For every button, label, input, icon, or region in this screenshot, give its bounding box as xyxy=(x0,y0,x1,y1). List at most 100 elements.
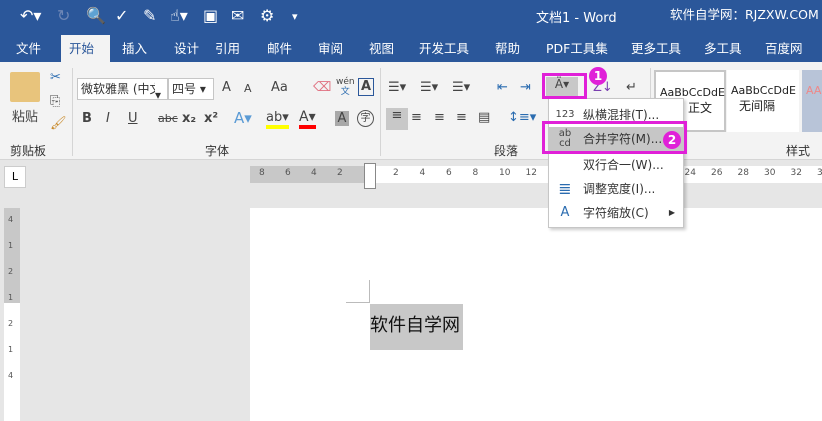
tab-home[interactable]: 开始 xyxy=(61,35,110,62)
bullets-button[interactable]: ☰▾ xyxy=(388,80,406,95)
ruler-margin xyxy=(250,166,370,183)
ruler-number: 4 xyxy=(419,168,426,178)
spelling-icon[interactable]: ✓ xyxy=(115,6,128,25)
fit-text-icon: ≣ xyxy=(558,179,572,198)
customize-qat-icon[interactable]: ▾ xyxy=(292,10,298,23)
tab-file[interactable]: 文件 xyxy=(8,35,49,62)
document-page[interactable] xyxy=(250,208,822,421)
tab-help[interactable]: 帮助 xyxy=(487,35,528,62)
superscript-button[interactable]: x² xyxy=(204,111,218,126)
tab-design[interactable]: 设计 xyxy=(166,35,207,62)
enclose-characters-button[interactable]: 字 xyxy=(357,110,374,127)
distributed-button[interactable]: ▤ xyxy=(478,110,490,125)
selected-text[interactable]: 软件自学网 xyxy=(370,304,463,350)
bold-button[interactable]: B xyxy=(82,111,92,126)
ruler-number: 28 xyxy=(737,168,749,178)
tab-references[interactable]: 引用 xyxy=(207,35,248,62)
attach-icon[interactable]: ✉ xyxy=(231,6,244,25)
align-right-button[interactable]: ≡ xyxy=(434,110,445,125)
show-marks-button[interactable]: ↵ xyxy=(626,80,637,95)
vertical-ruler-number: 1 xyxy=(8,241,14,250)
group-label-font: 字体 xyxy=(205,144,230,158)
tab-baidu-netdisk[interactable]: 百度网盘 xyxy=(757,35,822,83)
strikethrough-button[interactable]: abc xyxy=(158,112,178,125)
numbering-button[interactable]: ☰▾ xyxy=(420,80,438,95)
menu-item-two-lines-in-one[interactable]: 双行合一(W)... xyxy=(549,153,683,177)
menu-item-label: 双行合一(W)... xyxy=(583,158,664,172)
increase-indent-button[interactable]: ⇥ xyxy=(520,80,531,95)
window-title: 文档1 - Word xyxy=(536,11,617,26)
style-heading[interactable]: AA xyxy=(802,70,822,132)
indent-marker[interactable] xyxy=(364,163,376,189)
menu-item-label: 字符缩放(C) xyxy=(583,206,649,220)
grow-font-button[interactable]: A xyxy=(222,80,231,95)
redo-icon[interactable]: ↻ xyxy=(57,6,70,25)
menu-item-label: 调整宽度(I)... xyxy=(583,182,656,196)
highlight-button[interactable]: ab▾ xyxy=(266,110,289,129)
justify-button[interactable]: ≡ xyxy=(456,110,467,125)
paste-icon[interactable] xyxy=(10,72,40,102)
menu-item-fit-text[interactable]: ≣ 调整宽度(I)... xyxy=(549,177,683,201)
character-shading-button[interactable]: A xyxy=(335,111,349,126)
tab-review[interactable]: 审阅 xyxy=(310,35,351,62)
paste-button[interactable]: 粘贴 xyxy=(12,106,38,125)
tab-selector[interactable]: L xyxy=(4,166,26,188)
group-label-paragraph: 段落 xyxy=(494,144,519,158)
cut-icon[interactable]: ✂ xyxy=(50,70,61,85)
margin-corner-h xyxy=(346,302,370,303)
group-label-clipboard: 剪贴板 xyxy=(10,144,47,158)
tab-multi-tools[interactable]: 多工具 xyxy=(696,35,750,62)
shrink-font-button[interactable]: A xyxy=(244,82,252,95)
ribbon-tabs: 文件 开始 插入 设计 引用 邮件 审阅 视图 开发工具 帮助 PDF工具集 更… xyxy=(0,35,822,83)
clear-format-icon[interactable]: ⌫ xyxy=(313,80,331,95)
align-left-button[interactable]: ≡ xyxy=(386,108,408,130)
ruler-number: 2 xyxy=(337,168,343,178)
font-name-combo[interactable]: 微软雅黑 (中文▾ xyxy=(77,78,168,102)
subscript-button[interactable]: x₂ xyxy=(182,111,196,126)
tab-insert[interactable]: 插入 xyxy=(114,35,155,62)
format-painter-icon[interactable]: 🖌 xyxy=(50,116,67,131)
style-no-spacing[interactable]: AaBbCcDdE 无间隔 xyxy=(727,70,799,132)
tab-pdf-tools[interactable]: PDF工具集 xyxy=(538,35,616,62)
ruler-number: 30 xyxy=(764,168,776,178)
tab-mailings[interactable]: 邮件 xyxy=(259,35,300,62)
menu-item-character-scaling[interactable]: A 字符缩放(C) ▶ xyxy=(549,201,683,225)
underline-button[interactable]: U xyxy=(128,111,138,126)
tab-view[interactable]: 视图 xyxy=(361,35,402,62)
ruler-number: 12 xyxy=(525,168,537,178)
tab-developer[interactable]: 开发工具 xyxy=(411,35,477,62)
character-scaling-icon: A xyxy=(560,205,570,220)
menu-item-label: 纵横混排(T)... xyxy=(583,108,660,122)
align-center-button[interactable]: ≡ xyxy=(411,110,422,125)
tab-more-tools[interactable]: 更多工具 xyxy=(623,35,689,62)
print-preview-icon[interactable]: 🔍 xyxy=(86,6,106,25)
character-border-button[interactable]: A xyxy=(358,78,374,96)
font-name-value: 微软雅黑 (中文 xyxy=(81,82,155,96)
text-effects-button[interactable]: A▾ xyxy=(234,109,252,127)
touch-mode-icon[interactable]: ☝▾ xyxy=(170,6,188,25)
copy-icon[interactable]: ⎘ xyxy=(50,94,60,109)
font-size-combo[interactable]: 四号 ▾ xyxy=(168,78,214,100)
edit-icon[interactable]: ✎ xyxy=(143,6,156,25)
title-bar: ↶▾ ↻ 🔍 ✓ ✎ ☝▾ ▣ ✉ ⚙ ▾ 文档1 - Word 软件自学网：R… xyxy=(0,0,822,35)
share-icon[interactable]: ⚙ xyxy=(260,6,274,25)
change-case-button[interactable]: Aa xyxy=(271,80,288,95)
save-icon[interactable]: ▣ xyxy=(203,6,218,25)
decrease-indent-button[interactable]: ⇤ xyxy=(497,80,508,95)
font-color-button[interactable]: A▾ xyxy=(299,109,316,129)
vertical-ruler-number: 1 xyxy=(8,345,14,354)
style-name: 无间隔 xyxy=(739,99,776,113)
multilevel-list-button[interactable]: ☰▾ xyxy=(452,80,470,95)
phonetic-guide-button[interactable]: wén 文 xyxy=(336,77,355,97)
ruler-number: 6 xyxy=(285,168,291,178)
phonetic-top: wén xyxy=(336,77,355,87)
phonetic-bottom: 文 xyxy=(340,87,350,97)
vertical-ruler-number: 4 xyxy=(8,371,14,380)
group-label-styles: 样式 xyxy=(786,144,811,158)
italic-button[interactable]: I xyxy=(106,111,110,126)
ruler-number: 26 xyxy=(711,168,723,178)
undo-icon[interactable]: ↶▾ xyxy=(20,6,41,25)
highlight-box-1 xyxy=(542,73,587,99)
line-spacing-button[interactable]: ↕≡▾ xyxy=(508,110,536,125)
watermark-text: 软件自学网：RJZXW.COM xyxy=(670,7,819,22)
